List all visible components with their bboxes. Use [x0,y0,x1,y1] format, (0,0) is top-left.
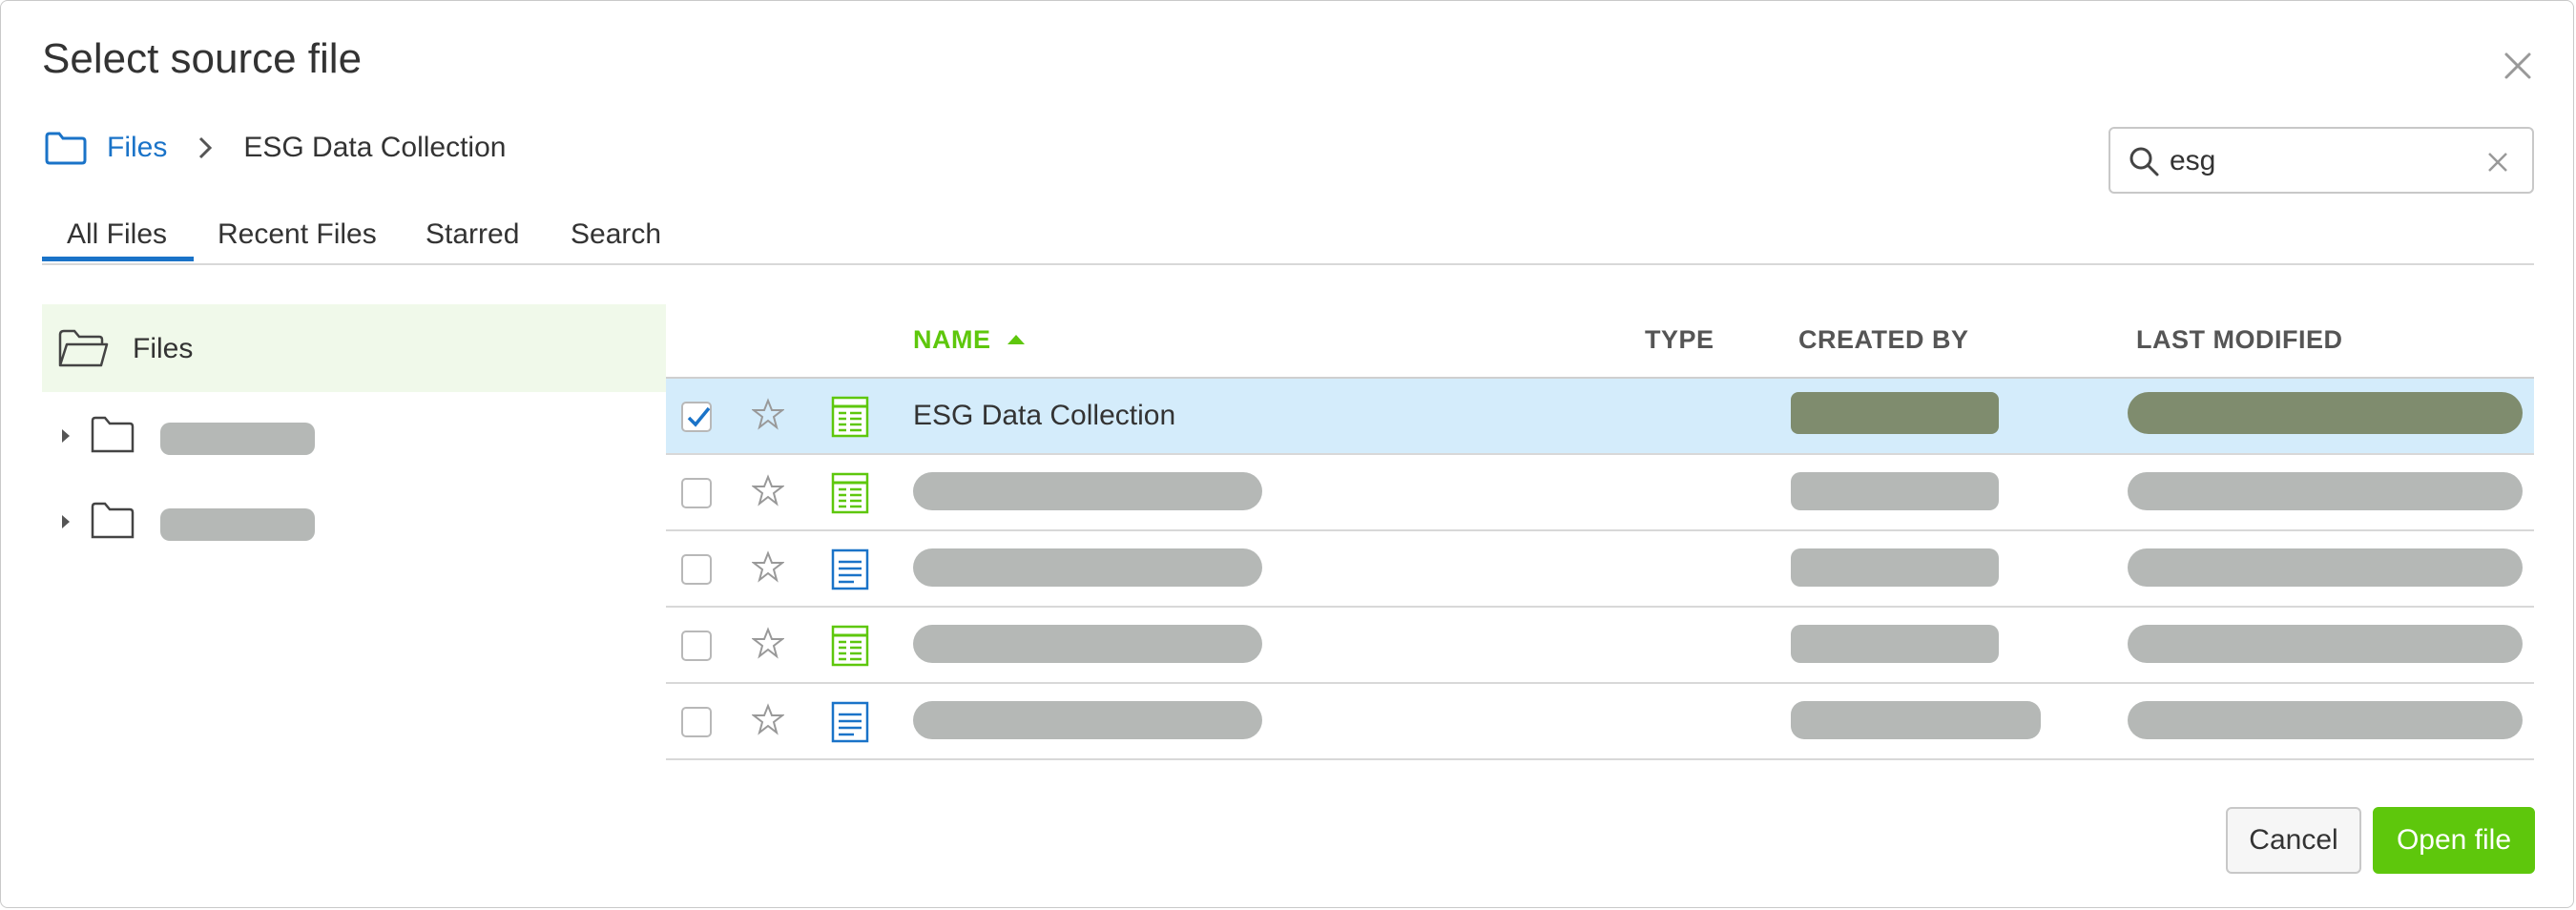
row-checkbox[interactable] [681,631,712,661]
document-icon [831,548,869,590]
star-icon[interactable] [752,398,784,430]
cancel-button[interactable]: Cancel [2226,807,2361,874]
close-icon[interactable] [2499,47,2537,85]
expand-caret-icon[interactable] [59,426,73,445]
redacted-last-modified [2128,548,2523,587]
redacted-file-name [913,472,1262,510]
select-source-file-dialog: Select source file Files ESG Data Collec… [0,0,2574,908]
redacted-file-name [913,625,1262,663]
folder-icon[interactable] [44,131,88,165]
active-tab-indicator [42,257,194,261]
expand-caret-icon[interactable] [59,512,73,531]
table-row[interactable] [666,455,2534,531]
search-icon [2129,147,2159,176]
table-row[interactable] [666,684,2534,760]
column-header-type[interactable]: TYPE [1645,325,1714,355]
tree-item-files[interactable]: Files [42,304,666,392]
redacted-created-by [1791,392,1999,434]
table-row[interactable] [666,608,2534,684]
redacted-folder-name [160,508,315,541]
redacted-created-by [1791,548,1999,587]
column-header-last-modified[interactable]: LAST MODIFIED [2136,325,2343,355]
search-box[interactable] [2109,127,2534,194]
redacted-last-modified [2128,472,2523,510]
redacted-created-by [1791,472,1999,510]
redacted-file-name [913,548,1262,587]
tree-root-label: Files [133,333,194,364]
spreadsheet-icon [831,472,869,514]
checkmark-icon [687,406,711,427]
folder-icon [91,416,135,453]
tab-bar: All Files Recent Files Starred Search [42,211,2534,265]
dialog-title: Select source file [42,35,363,82]
folder-icon [91,502,135,539]
column-header-name[interactable]: NAME [913,325,991,355]
star-icon[interactable] [752,627,784,659]
clear-search-icon[interactable] [2485,150,2510,175]
table-row[interactable] [666,531,2534,608]
sort-ascending-icon[interactable] [1006,333,1027,346]
row-checkbox[interactable] [681,554,712,585]
redacted-last-modified [2128,701,2523,739]
tab-starred[interactable]: Starred [426,218,519,251]
tab-search[interactable]: Search [571,218,661,251]
spreadsheet-icon [831,625,869,667]
chevron-right-icon [199,136,213,159]
breadcrumb-files-link[interactable]: Files [107,132,167,164]
redacted-last-modified [2128,392,2523,434]
star-icon[interactable] [752,474,784,507]
tab-recent-files[interactable]: Recent Files [218,218,377,251]
open-file-button[interactable]: Open file [2373,807,2535,874]
star-icon[interactable] [752,550,784,583]
file-name: ESG Data Collection [913,400,1176,431]
row-checkbox[interactable] [681,707,712,737]
star-icon[interactable] [752,703,784,735]
redacted-created-by [1791,701,2041,739]
row-checkbox[interactable] [681,478,712,508]
spreadsheet-icon [831,396,869,438]
row-checkbox[interactable] [681,402,712,432]
tree-item[interactable] [42,392,666,478]
table-row[interactable]: ESG Data Collection [666,379,2534,455]
tab-all-files[interactable]: All Files [67,218,167,251]
redacted-created-by [1791,625,1999,663]
redacted-last-modified [2128,625,2523,663]
breadcrumb: Files ESG Data Collection [44,131,506,165]
column-header-created-by[interactable]: CREATED BY [1798,325,1969,355]
redacted-folder-name [160,423,315,455]
tree-item[interactable] [42,478,666,564]
folder-open-icon [58,329,109,367]
redacted-file-name [913,701,1262,739]
search-input[interactable] [2168,140,2458,182]
breadcrumb-current: ESG Data Collection [243,132,507,163]
document-icon [831,701,869,743]
